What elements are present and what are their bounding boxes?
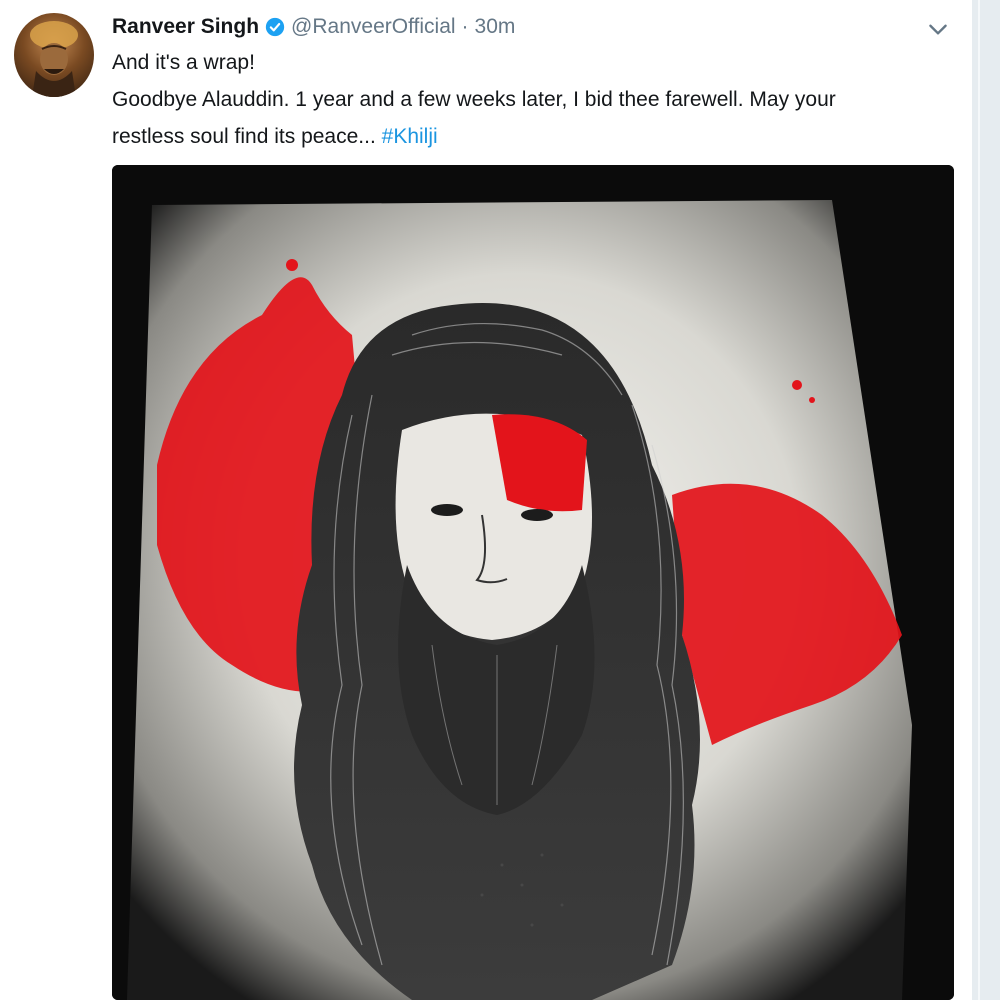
chevron-down-icon[interactable] — [925, 16, 951, 42]
tweet-text: And it's a wrap! Goodbye Alauddin. 1 yea… — [112, 44, 952, 155]
right-scroll-rail — [972, 0, 1000, 1000]
tweet-line-3-text: restless soul find its peace... — [112, 125, 376, 148]
tweet-line-3: restless soul find its peace... #Khilji — [112, 118, 952, 155]
rail-divider — [978, 0, 980, 1000]
separator-dot: · — [461, 15, 469, 38]
tweet-timestamp[interactable]: 30m — [475, 15, 516, 39]
tweet-header: Ranveer Singh @RanveerOfficial · 30m — [112, 12, 515, 42]
avatar-image — [30, 21, 78, 97]
tweet-line-1: And it's a wrap! — [112, 51, 255, 74]
author-handle[interactable]: @RanveerOfficial — [291, 15, 456, 39]
author-name[interactable]: Ranveer Singh — [112, 15, 259, 39]
tweet-card: Ranveer Singh @RanveerOfficial · 30m And… — [0, 0, 972, 1000]
tweet-line-2: Goodbye Alauddin. 1 year and a few weeks… — [112, 88, 836, 111]
tweet-media-image[interactable] — [112, 165, 954, 1000]
avatar[interactable] — [14, 13, 94, 97]
sketch-artwork — [112, 165, 954, 1000]
hashtag-link[interactable]: #Khilji — [382, 125, 438, 148]
verified-badge-icon — [265, 17, 285, 37]
